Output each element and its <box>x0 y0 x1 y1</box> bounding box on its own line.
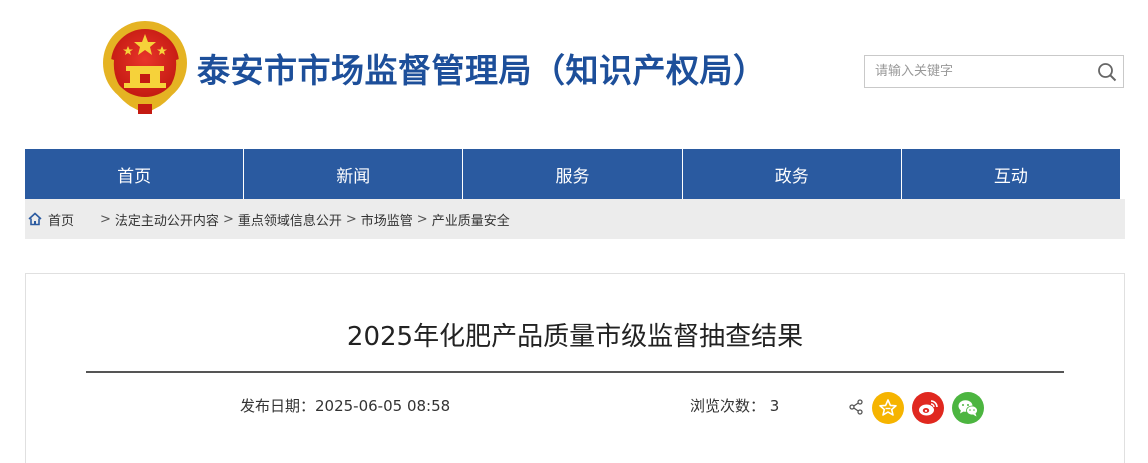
home-icon <box>28 212 42 226</box>
publish-date: 发布日期：2025-06-05 08:58 <box>240 397 451 415</box>
weibo-share-button[interactable] <box>912 392 944 424</box>
search-box <box>864 55 1124 88</box>
share-icon[interactable] <box>848 399 864 415</box>
breadcrumb-separator: > <box>100 211 111 227</box>
breadcrumb-item-key-areas[interactable]: 重点领域信息公开 <box>238 210 342 229</box>
site-title: 泰安市市场监督管理局（知识产权局） <box>197 51 767 90</box>
star-icon <box>879 399 897 416</box>
breadcrumb: 首页 > 法定主动公开内容 > 重点领域信息公开 > 市场监管 > 产业质量安全 <box>25 199 1125 239</box>
national-emblem-icon <box>103 21 187 114</box>
search-input[interactable] <box>865 56 1091 87</box>
article-title: 2025年化肥产品质量市级监督抽查结果 <box>346 322 804 352</box>
nav-item-home[interactable]: 首页 <box>25 149 245 199</box>
breadcrumb-separator: > <box>416 211 428 227</box>
view-count: 浏览次数： 3 <box>690 397 780 415</box>
nav-item-interaction[interactable]: 互动 <box>902 149 1120 199</box>
breadcrumb-separator: > <box>345 211 357 227</box>
breadcrumb-separator: > <box>222 211 234 227</box>
wechat-icon <box>958 400 978 417</box>
nav-item-government-affairs[interactable]: 政务 <box>683 149 902 199</box>
nav-item-services[interactable]: 服务 <box>463 149 683 199</box>
weibo-icon <box>919 400 938 416</box>
wechat-share-button[interactable] <box>952 392 984 424</box>
title-divider <box>86 371 1064 373</box>
breadcrumb-item-public-content[interactable]: 法定主动公开内容 <box>115 210 219 229</box>
article-panel: 2025年化肥产品质量市级监督抽查结果 发布日期：2025-06-05 08:5… <box>25 273 1125 463</box>
header: 泰安市市场监督管理局（知识产权局） <box>0 0 1148 149</box>
search-icon[interactable] <box>1091 56 1123 87</box>
main-nav: 首页 新闻 服务 政务 互动 <box>25 149 1120 199</box>
breadcrumb-item-market-supervision[interactable]: 市场监管 <box>361 210 413 229</box>
breadcrumb-home[interactable]: 首页 <box>48 210 74 229</box>
favorite-button[interactable] <box>872 392 904 424</box>
nav-item-news[interactable]: 新闻 <box>244 149 464 199</box>
breadcrumb-item-product-quality[interactable]: 产业质量安全 <box>432 210 510 229</box>
